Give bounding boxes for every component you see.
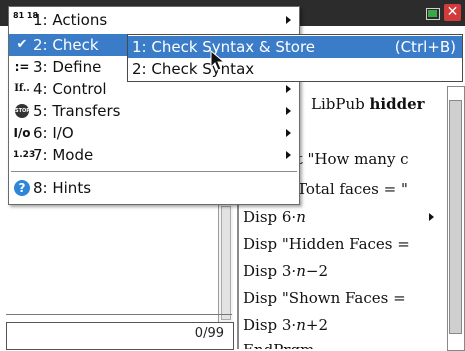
- code-line[interactable]: Disp "Hidden Faces =: [243, 235, 410, 253]
- code-line[interactable]: LibPub hidder: [311, 95, 425, 113]
- code-line[interactable]: Disp 3·n−2: [243, 262, 328, 280]
- code-line[interactable]: Disp 6·n: [243, 208, 306, 226]
- submenu-item-check-syntax-store[interactable]: 1: Check Syntax & Store (Ctrl+B): [128, 36, 462, 58]
- code-line[interactable]: Disp "Shown Faces =: [243, 289, 406, 307]
- submenu-arrow-icon: [286, 151, 291, 159]
- menu-item-io[interactable]: I/o 6: I/O: [9, 122, 299, 144]
- menu-item-hints[interactable]: ? 8: Hints: [9, 177, 299, 199]
- mouse-cursor-icon: [210, 50, 226, 71]
- editor-scrollbar-thumb[interactable]: [449, 100, 462, 334]
- line-counter: 0/99: [194, 326, 224, 341]
- battery-icon: [426, 6, 444, 20]
- left-scrollbar-thumb[interactable]: [221, 206, 231, 320]
- define-icon: :=: [14, 60, 30, 74]
- expand-icon[interactable]: [429, 213, 434, 221]
- code-line[interactable]: Total faces = ": [297, 180, 408, 198]
- left-scrollbar[interactable]: ▼: [218, 204, 233, 336]
- control-icon: If..: [14, 83, 30, 94]
- code-line[interactable]: EndPrgm: [243, 341, 314, 349]
- actions-icon: 81 18: [13, 11, 39, 20]
- submenu-arrow-icon: [286, 16, 291, 24]
- shortcut-label: (Ctrl+B): [394, 38, 456, 56]
- hints-icon: ?: [14, 180, 30, 196]
- close-icon[interactable]: ✕: [444, 4, 461, 21]
- menu-item-actions[interactable]: 81 18 1: Actions: [9, 9, 299, 31]
- submenu-item-check-syntax[interactable]: 2: Check Syntax: [128, 58, 462, 80]
- menu-item-transfers[interactable]: STOP 5: Transfers: [9, 100, 299, 122]
- io-icon: I/o: [13, 126, 31, 140]
- menu-item-mode[interactable]: 1.23 7: Mode: [9, 144, 299, 166]
- editor-scrollbar[interactable]: [447, 86, 465, 351]
- submenu-arrow-icon: [286, 129, 291, 137]
- mode-icon: 1.23: [13, 150, 36, 160]
- code-line[interactable]: Disp 3·n+2: [243, 316, 328, 334]
- stop-icon: STOP: [15, 104, 30, 118]
- check-submenu: 1: Check Syntax & Store (Ctrl+B) 2: Chec…: [127, 34, 463, 82]
- check-icon: ✔: [16, 37, 28, 52]
- submenu-arrow-icon: [286, 85, 291, 93]
- divider: [6, 314, 232, 315]
- submenu-arrow-icon: [286, 107, 291, 115]
- counter-box: 0/99: [0, 320, 238, 350]
- menu-separator: [11, 171, 297, 172]
- code-line[interactable]: st "How many c: [289, 150, 409, 168]
